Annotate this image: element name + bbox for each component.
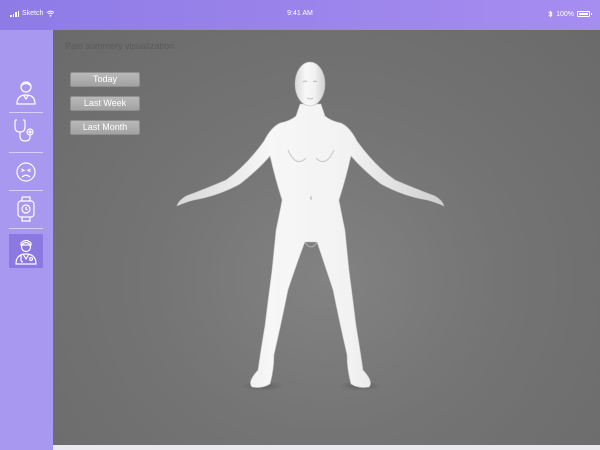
battery-percent: 100%: [556, 10, 574, 18]
sidebar: [0, 30, 53, 450]
sidebar-divider: [9, 228, 43, 229]
sidebar-divider: [9, 112, 43, 113]
status-time: 9:41 AM: [287, 10, 313, 17]
bottom-strip: [53, 445, 600, 450]
smartwatch-icon: [17, 196, 35, 222]
bluetooth-icon: [548, 10, 553, 18]
body-model[interactable]: [53, 30, 600, 445]
status-right: 100%: [548, 10, 592, 18]
battery-icon: [577, 11, 592, 17]
sidebar-item-pain[interactable]: [9, 155, 43, 189]
sidebar-divider: [9, 190, 43, 191]
sidebar-divider: [9, 152, 43, 153]
patient-icon: [16, 81, 36, 105]
sidebar-item-stethoscope[interactable]: [9, 114, 43, 148]
stethoscope-icon: [14, 119, 34, 142]
sidebar-item-watch[interactable]: [9, 192, 43, 226]
sidebar-item-patient[interactable]: [9, 75, 43, 109]
sidebar-item-doctor[interactable]: [9, 234, 43, 268]
pain-face-icon: [16, 162, 36, 182]
viewport-3d[interactable]: Pain summery visualization Today Last We…: [53, 30, 600, 445]
status-bar: Sketch 9:41 AM 100%: [0, 0, 600, 30]
doctor-icon: [15, 239, 37, 265]
